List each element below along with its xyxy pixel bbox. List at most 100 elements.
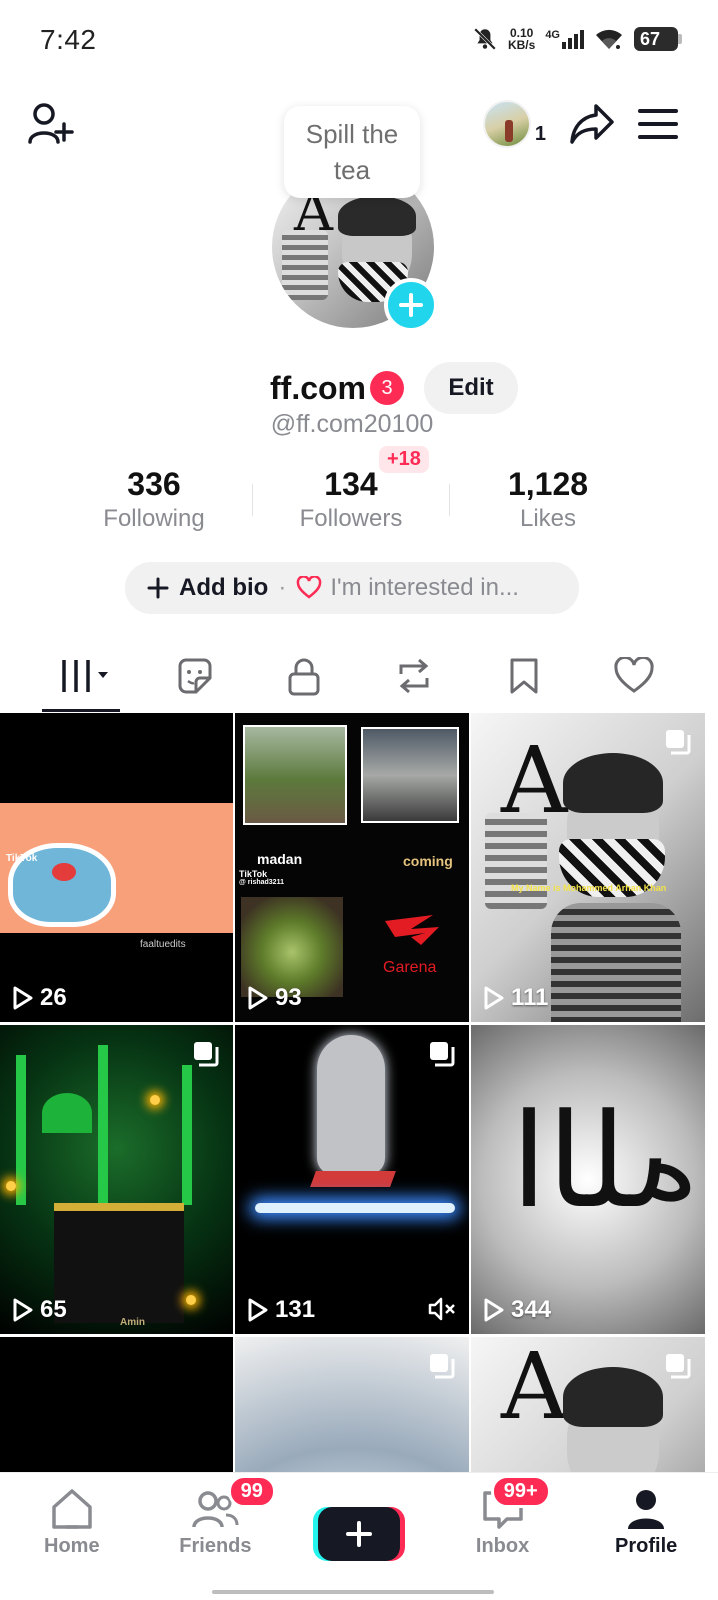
view-count-value: 26 bbox=[40, 984, 67, 1011]
thumbnail-art bbox=[54, 1203, 184, 1323]
thumbnail-text: coming bbox=[403, 853, 453, 869]
profile-filled-icon bbox=[628, 1490, 665, 1529]
share-icon[interactable] bbox=[568, 102, 616, 146]
friends-badge: 99 bbox=[227, 1475, 276, 1508]
add-user-icon bbox=[28, 103, 74, 144]
plus-icon bbox=[399, 293, 423, 317]
thumbnail-art bbox=[98, 1045, 108, 1205]
view-count: 26 bbox=[12, 984, 67, 1012]
display-name: ff.com bbox=[270, 369, 366, 406]
thumbnail-art bbox=[6, 1181, 16, 1191]
play-icon bbox=[13, 986, 33, 1010]
thumbnail-photo-art bbox=[243, 725, 347, 825]
wifi-icon bbox=[596, 29, 622, 49]
tab-videos[interactable] bbox=[30, 640, 138, 712]
plus-icon bbox=[345, 1521, 372, 1547]
bottom-nav: Home 99 Friends 99+ Inbox Profile bbox=[0, 1472, 718, 1600]
spill-the-tea-bubble[interactable]: Spill the tea bbox=[284, 106, 420, 198]
view-count: 93 bbox=[247, 984, 302, 1012]
nav-inbox[interactable]: 99+ Inbox bbox=[431, 1473, 575, 1600]
video-tile[interactable]: TikTok faaltuedits 26 bbox=[0, 713, 233, 1022]
bookmark-icon bbox=[510, 658, 538, 694]
name-notification-badge[interactable]: 3 bbox=[370, 371, 404, 405]
stat-followers[interactable]: +18 134 Followers bbox=[253, 446, 449, 532]
calligraphy-art: الله bbox=[511, 1085, 700, 1237]
view-count: 344 bbox=[483, 1296, 551, 1324]
thumbnail-art bbox=[310, 1171, 396, 1187]
tab-favorites[interactable] bbox=[470, 640, 578, 712]
home-icon bbox=[52, 1489, 92, 1529]
plus-icon bbox=[147, 577, 169, 599]
thumbnail-art bbox=[551, 903, 681, 1022]
thumbnail-photo-art bbox=[361, 727, 459, 823]
video-tile[interactable]: الله 344 bbox=[471, 1025, 705, 1334]
avatar-hair-art bbox=[338, 196, 416, 236]
tiktok-watermark: TikTok bbox=[239, 869, 268, 879]
tab-liked[interactable] bbox=[580, 640, 688, 712]
video-tile[interactable]: 131 bbox=[235, 1025, 469, 1334]
multiple-photos-icon bbox=[666, 1354, 691, 1379]
thumbnail-letter-art: A bbox=[501, 727, 568, 834]
stat-likes[interactable]: 1,128 Likes bbox=[450, 462, 646, 532]
profile-stats: 336 Following +18 134 Followers 1,128 Li… bbox=[56, 446, 646, 532]
view-count: 111 bbox=[483, 984, 548, 1012]
following-label: Following bbox=[103, 505, 205, 532]
tab-stickers[interactable] bbox=[140, 640, 248, 712]
add-story-button[interactable] bbox=[384, 278, 438, 332]
username: @ff.com20100 bbox=[270, 410, 434, 438]
interests-label[interactable]: I'm interested in... bbox=[330, 574, 519, 602]
view-count: 65 bbox=[12, 1296, 67, 1324]
nav-friends[interactable]: 99 Friends bbox=[144, 1473, 288, 1600]
followers-label: Followers bbox=[299, 505, 403, 532]
view-count-value: 344 bbox=[511, 1296, 552, 1323]
lock-icon bbox=[288, 658, 320, 696]
status-bar: 7:42 0.10 KB/s 4G 67 bbox=[0, 0, 718, 80]
view-count-value: 93 bbox=[275, 984, 302, 1011]
menu-icon[interactable] bbox=[638, 107, 678, 141]
battery-indicator: 67 bbox=[634, 27, 682, 51]
thumbnail-art bbox=[182, 1065, 192, 1205]
bio-pill[interactable]: Add bio · I'm interested in... bbox=[125, 562, 579, 614]
status-time: 7:42 bbox=[40, 24, 97, 55]
add-friend-button[interactable] bbox=[26, 100, 76, 155]
thumbnail-hair-art bbox=[563, 1367, 663, 1427]
nav-home[interactable]: Home bbox=[0, 1473, 144, 1600]
signal-icon bbox=[562, 30, 584, 49]
view-count-value: 111 bbox=[511, 984, 549, 1011]
status-icons: 0.10 KB/s 4G 67 bbox=[472, 26, 682, 52]
video-tile[interactable]: madan coming TikTok @ rishad3211 Garena … bbox=[235, 713, 469, 1022]
profile-tabs bbox=[0, 640, 718, 712]
nav-profile[interactable]: Profile bbox=[574, 1473, 718, 1600]
video-tile[interactable]: A My Name is Mohammed Arhan Khan 111 bbox=[471, 713, 705, 1022]
multiple-photos-icon bbox=[666, 730, 691, 755]
thumbnail-photo-art bbox=[241, 897, 343, 997]
tab-private[interactable] bbox=[250, 640, 358, 712]
thumbnail-text: Garena bbox=[383, 959, 437, 976]
thumbnail-caption: faaltuedits bbox=[140, 939, 186, 950]
play-icon bbox=[13, 1298, 33, 1322]
profile-name-row: ff.com 3 Edit bbox=[0, 362, 718, 414]
network-speed: 0.10 KB/s bbox=[508, 27, 535, 51]
play-icon bbox=[484, 1298, 504, 1322]
friends-visited-button[interactable]: 1 bbox=[482, 100, 546, 148]
view-count: 131 bbox=[247, 1296, 315, 1324]
thumbnail-art bbox=[186, 1295, 196, 1305]
stat-following[interactable]: 336 Following bbox=[56, 462, 252, 532]
network-type: 4G bbox=[545, 29, 560, 41]
multiple-photos-icon bbox=[430, 1042, 455, 1067]
create-button[interactable] bbox=[317, 1507, 400, 1561]
thumbnail-text: Amin bbox=[120, 1317, 145, 1328]
add-bio-label[interactable]: Add bio bbox=[179, 574, 268, 602]
video-tile[interactable]: Amin 65 bbox=[0, 1025, 233, 1334]
tab-reposts[interactable] bbox=[360, 640, 468, 712]
bio-separator: · bbox=[278, 574, 287, 601]
multiple-photos-icon bbox=[430, 1354, 455, 1379]
thumbnail-handle: @ rishad3211 bbox=[239, 879, 284, 886]
video-grid: TikTok faaltuedits 26 madan coming TikTo… bbox=[0, 713, 718, 1600]
home-indicator[interactable] bbox=[212, 1590, 494, 1594]
heart-outline-icon bbox=[297, 576, 322, 599]
edit-profile-button[interactable]: Edit bbox=[424, 362, 518, 414]
repost-icon bbox=[399, 658, 429, 694]
nav-create[interactable] bbox=[287, 1473, 431, 1600]
videos-grid-icon bbox=[62, 660, 108, 692]
